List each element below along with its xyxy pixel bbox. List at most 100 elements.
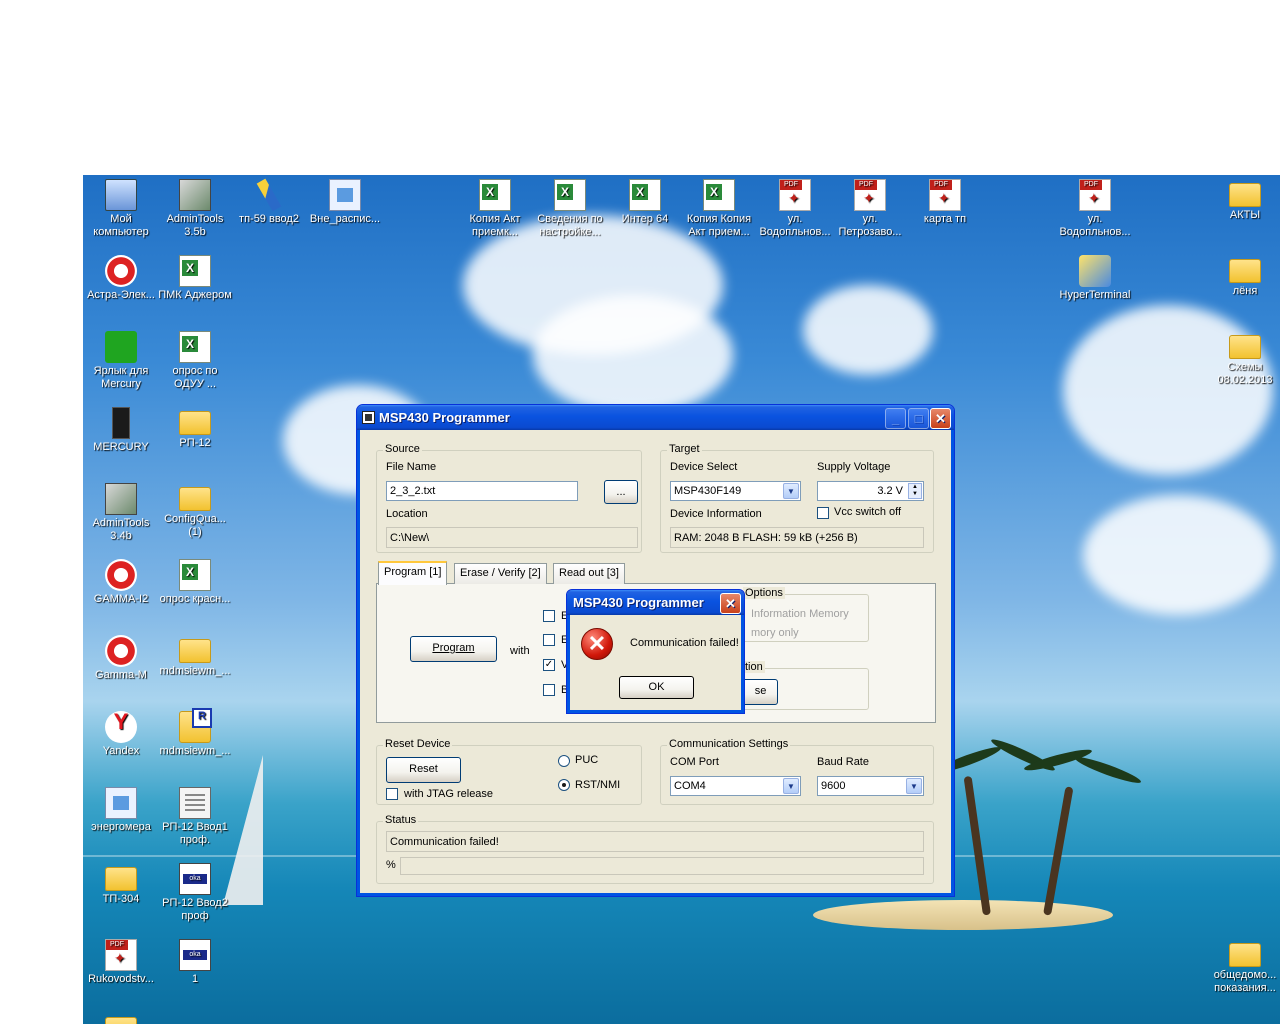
desktop-icon[interactable] — [83, 1013, 159, 1024]
desktop-icon[interactable]: Yandex — [83, 711, 159, 758]
desktop-icon[interactable]: Интер 64 — [607, 179, 683, 226]
desktop-icon[interactable]: Астра-Элек... — [83, 255, 159, 302]
close-button[interactable]: ✕ — [930, 408, 951, 429]
desktop-icon-label: mdmsiewm_... — [159, 745, 231, 757]
desktop-icon[interactable]: AdminTools 3.5b — [157, 179, 233, 239]
dialog-titlebar[interactable]: MSP430 Programmer ✕ — [567, 590, 744, 615]
desktop-icon[interactable]: РП-12 Ввод2 проф — [157, 863, 233, 923]
desktop-icon-label: Сведения по настройке... — [537, 213, 603, 238]
desktop-icon-label: Схемы 08.02.2013 — [1217, 361, 1273, 386]
file-name-label: File Name — [386, 461, 437, 473]
com-port-value: COM4 — [674, 780, 706, 792]
desktop-icon[interactable]: ул. Водопльнов... — [757, 179, 833, 239]
desktop-icon[interactable]: Копия Копия Акт прием... — [681, 179, 757, 239]
desktop-icon[interactable]: HyperTerminal — [1057, 255, 1133, 302]
vcc-switch-off-checkbox[interactable] — [817, 507, 829, 519]
notepad-icon — [179, 787, 211, 819]
desktop-icon[interactable]: MERCURY — [83, 407, 159, 454]
desktop-icon[interactable]: карта тп — [907, 179, 983, 226]
verify-button[interactable]: se — [743, 679, 778, 705]
desktop-icon-label: тп-59 ввод2 — [239, 213, 299, 225]
desktop-icon[interactable]: тп-59 ввод2 — [231, 178, 307, 226]
desktop-icon[interactable]: AdminTools 3.4b — [83, 483, 159, 543]
desktop-icon[interactable]: РП-12 — [157, 407, 233, 450]
desktop-icon-label: GAMMA-I2 — [93, 593, 149, 605]
tab-erase-verify[interactable]: Erase / Verify [2] — [454, 563, 547, 584]
desktop-icon-label: РП-12 Ввод1 проф. — [162, 821, 228, 846]
device-select-label: Device Select — [670, 461, 738, 473]
reset-device-group: Reset Device Reset with JTAG release PUC… — [376, 738, 642, 805]
desktop-icon[interactable]: лёня — [1207, 255, 1280, 298]
desktop-icon-label: Вне_распис... — [309, 213, 381, 225]
desktop-icon[interactable]: Копия Акт приемк... — [457, 179, 533, 239]
desktop-icon-label: энергомера — [91, 821, 151, 833]
desktop-icon[interactable]: общедомо... показания... — [1207, 939, 1280, 995]
excel-icon — [629, 179, 661, 211]
desktop-icon[interactable]: Ярлык для Mercury — [83, 331, 159, 391]
desktop-icon-label: Yandex — [102, 745, 140, 757]
window-titlebar[interactable]: MSP430 Programmer _ □ ✕ — [357, 405, 954, 430]
puc-radio[interactable] — [558, 755, 570, 767]
tab-program-label: Program [1] — [384, 566, 442, 578]
status-group-title: Status — [383, 814, 419, 826]
desktop-icon[interactable]: ул. Водопльнов... — [1057, 179, 1133, 239]
maximize-button[interactable]: □ — [908, 408, 929, 429]
desktop-icon[interactable]: 1 — [157, 939, 233, 986]
desktop-icon[interactable]: ConfigQua... (1) — [157, 483, 233, 539]
supply-voltage-spinner[interactable]: 3.2 V ▲ ▼ — [817, 481, 924, 501]
desktop-icon[interactable]: опрос красн... — [157, 559, 233, 606]
device-select[interactable]: MSP430F149 ▼ — [670, 481, 801, 501]
desktop-icon[interactable]: АКТЫ — [1207, 179, 1280, 222]
com-port-select[interactable]: COM4 ▼ — [670, 776, 801, 796]
desktop-icon[interactable]: Мой компьютер — [83, 179, 159, 239]
app-icon — [362, 411, 375, 424]
baud-rate-select[interactable]: 9600 ▼ — [817, 776, 924, 796]
desktop-icon[interactable]: mdmsiewm_... — [157, 708, 233, 758]
desktop-icon[interactable]: РП-12 Ввод1 проф. — [157, 787, 233, 847]
program-button[interactable]: Program — [410, 636, 497, 662]
rst-nmi-radio[interactable] — [558, 779, 570, 791]
pen-icon — [256, 178, 282, 212]
target-group: Target Device Select MSP430F149 ▼ Supply… — [660, 443, 934, 553]
minimize-button[interactable]: _ — [885, 408, 906, 429]
dialog-close-button[interactable]: ✕ — [720, 593, 741, 614]
desktop-icon[interactable]: Схемы 08.02.2013 — [1207, 331, 1280, 387]
reset-button[interactable]: Reset — [386, 757, 461, 783]
chevron-down-icon[interactable]: ▼ — [906, 778, 922, 794]
blank-check-checkbox[interactable] — [543, 684, 555, 696]
desktop-icon[interactable]: энергомера — [83, 787, 159, 834]
palm-leaves — [1073, 753, 1143, 787]
verify-checkbox[interactable]: ✓ — [543, 659, 555, 671]
chevron-down-icon[interactable]: ▼ — [783, 483, 799, 499]
desktop-icon-label: опрос красн... — [159, 593, 231, 605]
spinner-arrows-icon[interactable]: ▲ ▼ — [908, 483, 922, 499]
desktop-icon[interactable]: mdmsiewm_... — [157, 635, 233, 678]
desktop-icon[interactable]: ПМК Аджером — [157, 255, 233, 302]
folder-icon — [105, 867, 137, 891]
astra-icon — [105, 255, 137, 287]
tab-erase-verify-label: Erase / Verify [2] — [460, 567, 541, 579]
tab-read-out-label: Read out [3] — [559, 567, 619, 579]
desktop-icon[interactable]: ул. Петрозаво... — [832, 179, 908, 239]
desktop-icon[interactable]: Сведения по настройке... — [532, 179, 608, 239]
desktop-icon[interactable]: Rukovodstv... — [83, 939, 159, 986]
file-name-input[interactable]: 2_3_2.txt — [386, 481, 578, 501]
desktop-icon[interactable]: опрос по ОДУУ ... — [157, 331, 233, 391]
erase-check-checkbox[interactable] — [543, 634, 555, 646]
chevron-down-icon[interactable]: ▼ — [783, 778, 799, 794]
jtag-release-checkbox[interactable] — [386, 788, 398, 800]
tab-read-out[interactable]: Read out [3] — [553, 563, 625, 584]
my-computer-icon — [105, 179, 137, 211]
desktop-icon[interactable]: Вне_распис... — [307, 179, 383, 226]
desktop-icon[interactable]: GAMMA-I2 — [83, 559, 159, 606]
verify-button-label: se — [754, 685, 767, 697]
desktop-icon[interactable]: ТП-304 — [83, 863, 159, 906]
erase-checkbox[interactable] — [543, 610, 555, 622]
tab-program[interactable]: Program [1] — [378, 561, 448, 585]
desktop-icon[interactable]: Gamma-M — [83, 635, 159, 682]
pdf-icon — [779, 179, 811, 211]
dialog-title: MSP430 Programmer — [573, 595, 704, 610]
ok-button[interactable]: OK — [619, 676, 694, 699]
window-title: MSP430 Programmer — [379, 410, 510, 425]
browse-button[interactable]: ... — [604, 480, 638, 504]
